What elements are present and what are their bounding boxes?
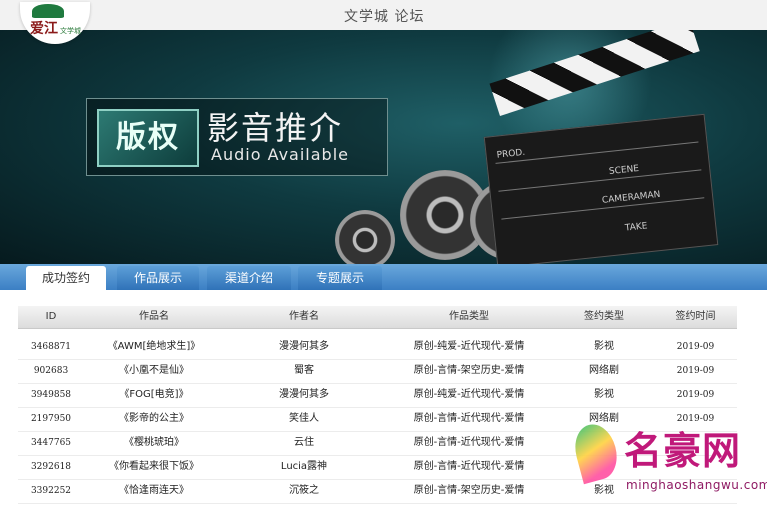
cell-author: 云住 [294,437,314,448]
tab-signed[interactable]: 成功签约 [26,266,106,290]
cell-genre: 原创-言情-架空历史-爱情 [413,365,525,376]
cell-genre: 原创-言情-近代现代-爱情 [413,437,525,448]
tab-bar: 成功签约 作品展示 渠道介绍 专题展示 [0,264,767,290]
col-title: 作品名 [139,311,169,322]
cell-sign-type: 影视 [594,341,614,352]
watermark: 名豪网 minghaoshangwu.com [569,418,767,502]
cell-sign-time: 2019-09 [676,390,715,400]
cell-title[interactable]: 《恰逢雨连天》 [84,479,224,503]
logo-sub-text: 文学城 [60,27,81,35]
cell-author: 笑佳人 [289,413,319,424]
clapper-label: PROD. [496,147,526,161]
cell-id: 3292618 [30,462,72,472]
cell-genre: 原创-言情-近代现代-爱情 [413,461,525,472]
film-reel-icon [335,210,395,264]
top-bar: 文学城 论坛 [0,0,767,30]
cell-id: 3949858 [30,390,72,400]
tab-channels[interactable]: 渠道介绍 [207,266,291,290]
clapperboard: PROD. SCENE CAMERAMAN TAKE [483,113,719,264]
promo-box: 版权 影音推介 Audio Available [86,98,388,176]
site-title: 文学城 论坛 [344,9,425,25]
cell-genre: 原创-纯爱-近代现代-爱情 [413,389,525,400]
cell-id: 3447765 [30,438,72,448]
cell-author: 蜀客 [294,365,314,376]
table-row[interactable]: 3949858 《FOG[电竞]》 漫漫何其多 原创-纯爱-近代现代-爱情 影视… [18,383,737,408]
logo-text: 爱江 [30,21,58,37]
copyright-tag: 版权 [97,109,199,167]
cell-title[interactable]: 《小凰不是仙》 [84,359,224,383]
col-genre: 作品类型 [449,311,489,322]
cell-author: 漫漫何其多 [279,341,329,352]
tab-works[interactable]: 作品展示 [117,266,199,290]
col-author: 作者名 [289,311,319,322]
col-sign-type: 签约类型 [584,311,624,322]
clapper-label: TAKE [624,221,649,234]
table-header: ID 作品名 作者名 作品类型 签约类型 签约时间 [18,306,737,329]
cell-sign-time: 2019-09 [676,342,715,352]
cell-sign-type: 影视 [594,389,614,400]
cell-genre: 原创-言情-架空历史-爱情 [413,485,525,496]
cell-title[interactable]: 《FOG[电竞]》 [84,383,224,407]
cell-id: 3392252 [30,486,72,496]
cell-sign-time: 2019-09 [676,366,715,376]
cell-genre: 原创-言情-近代现代-爱情 [413,413,525,424]
cell-sign-type: 网络剧 [589,365,619,376]
promo-title: 影音推介 [207,109,344,147]
cell-author: 沉筱之 [289,485,319,496]
col-sign-time: 签约时间 [675,311,716,322]
table-row[interactable]: 3468871 《AWM[绝地求生]》 漫漫何其多 原创-纯爱-近代现代-爱情 … [18,335,737,360]
cell-title[interactable]: 《樱桃琥珀》 [84,431,224,455]
clapper-label: SCENE [608,163,640,178]
book-leaf-icon [32,4,64,18]
cell-title[interactable]: 《影帝的公主》 [84,407,224,431]
table-row[interactable]: 902683 《小凰不是仙》 蜀客 原创-言情-架空历史-爱情 网络剧 2019… [18,359,737,384]
promo-subtitle: Audio Available [211,145,349,164]
promo-banner: PROD. SCENE CAMERAMAN TAKE 版权 影音推介 Audio… [0,30,767,264]
cell-id: 902683 [33,366,69,376]
cell-id: 2197950 [30,414,72,424]
watermark-name: 名豪网 [624,429,742,473]
cell-author: 漫漫何其多 [279,389,329,400]
watermark-url: minghaoshangwu.com [626,478,767,492]
tab-topics[interactable]: 专题展示 [298,266,382,290]
cell-id: 3468871 [30,342,72,352]
cell-genre: 原创-纯爱-近代现代-爱情 [413,341,525,352]
cell-author: Lucia露神 [280,461,328,472]
cell-title[interactable]: 《AWM[绝地求生]》 [84,335,224,359]
feather-logo-icon [569,419,623,485]
cell-title[interactable]: 《你看起来很下饭》 [84,455,224,479]
col-id: ID [45,311,57,322]
